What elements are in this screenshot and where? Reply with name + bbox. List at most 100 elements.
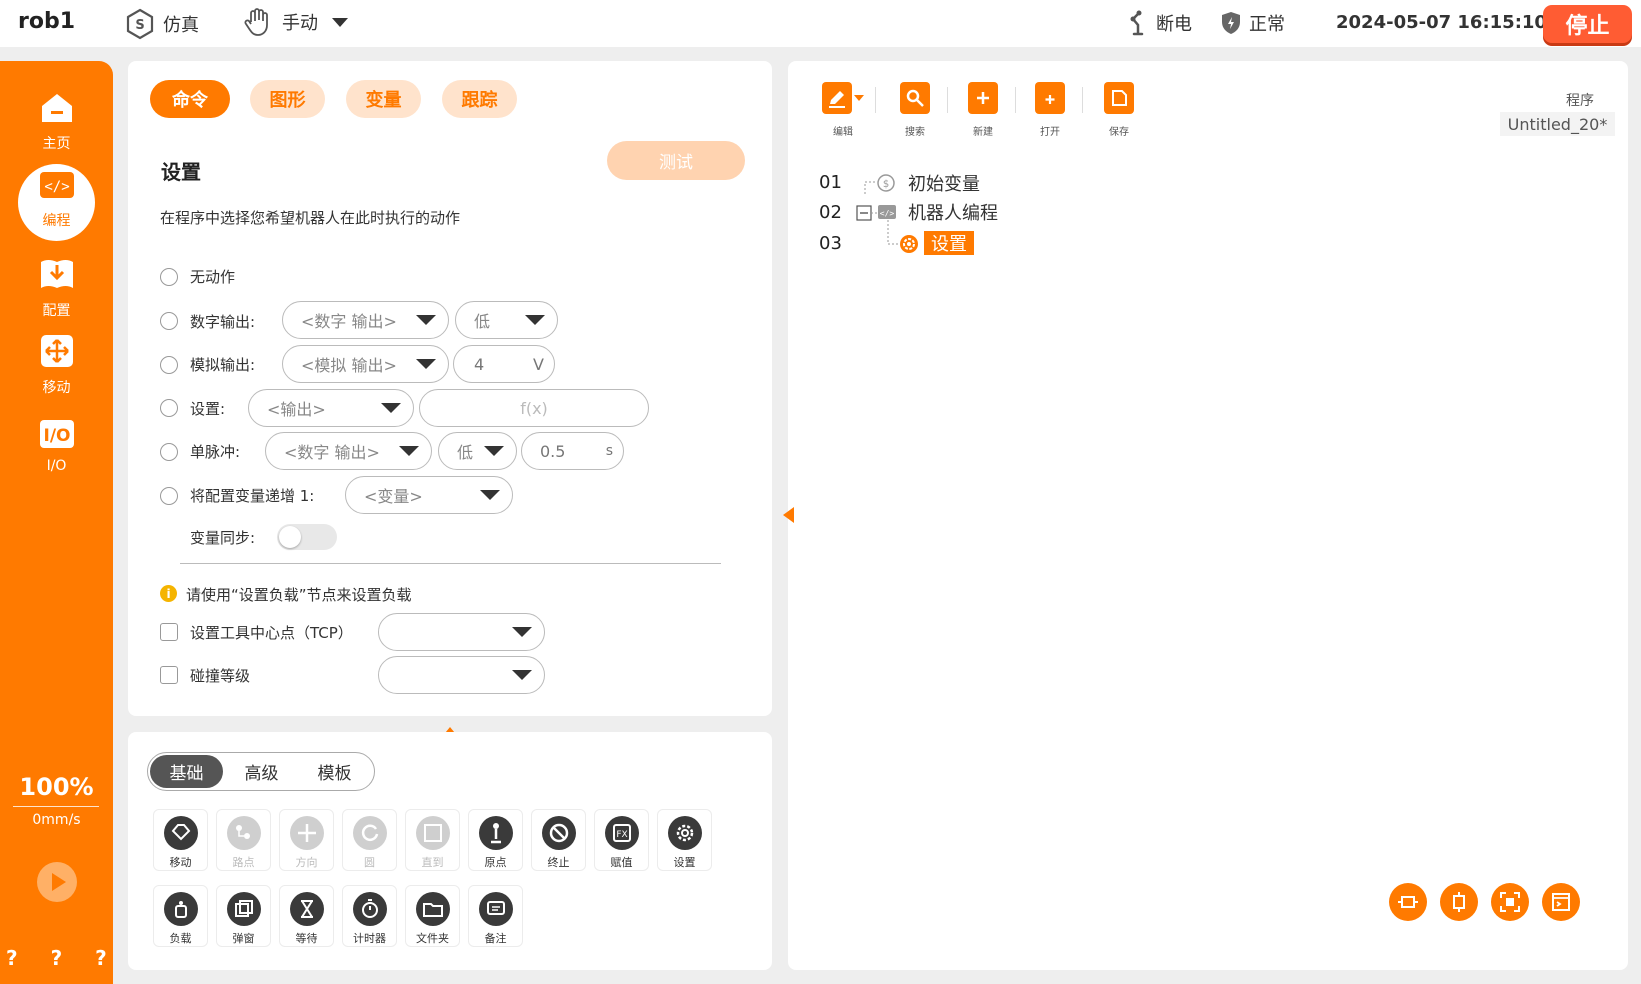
tool-label: 直到 [421,856,444,869]
tool-popup[interactable]: 弹窗 [216,885,271,947]
set-output-select[interactable]: <输出> [248,389,414,427]
speed-value: 0mm/s [32,812,81,828]
install-icon [38,256,76,296]
set-expression-input[interactable]: f(x) [419,389,649,427]
edit-icon [822,82,852,114]
program-node-icon: </> [877,203,897,225]
svg-text:$: $ [883,179,889,190]
tool-waypoint: 路点 [216,809,271,871]
fit-view-button[interactable] [1491,883,1529,921]
console-button[interactable] [1542,883,1580,921]
tool-gear[interactable]: 设置 [657,809,712,871]
tool-move-node[interactable]: 移动 [153,809,208,871]
speed-percent[interactable]: 100% [0,773,113,801]
tool-origin[interactable]: 原点 [468,809,523,871]
tool-payload[interactable]: 负载 [153,885,208,947]
chevron-down-icon [484,446,504,456]
pulse-output-select[interactable]: <数字 输出> [265,432,432,470]
tool-folder[interactable]: 文件夹 [405,885,460,947]
pulse-level-select[interactable]: 低 [438,432,517,470]
info-icon: i [160,585,177,602]
tool-assign[interactable]: FX 赋值 [594,809,649,871]
new-button[interactable]: 新建 [968,82,998,138]
sidebar-item-label: 主页 [42,136,71,152]
edit-button[interactable]: 编辑 [822,82,864,138]
var-sync-toggle[interactable] [277,524,337,550]
radio-set[interactable] [160,399,178,417]
segment-advanced[interactable]: 高级 [225,755,298,788]
stop-icon [541,816,576,850]
collision-select[interactable] [378,656,545,694]
tool-stop[interactable]: 终止 [531,809,586,871]
analog-value-input[interactable]: 4 V [453,345,555,383]
digital-level-select[interactable]: 低 [455,301,558,339]
tree-node-init-vars[interactable]: 初始变量 [908,170,980,196]
collision-checkbox[interactable] [160,666,178,684]
sidebar-item-home[interactable]: 主页 [0,91,113,153]
tab-trace[interactable]: 跟踪 [442,80,517,118]
line-number: 03 [819,233,842,254]
no-action-label: 无动作 [190,268,236,286]
segment-basic[interactable]: 基础 [150,755,223,788]
program-name: Untitled_20* [1500,112,1615,136]
manual-label: 手动 [282,13,318,34]
play-button[interactable] [37,862,77,902]
toolbar-separator [947,87,948,113]
open-button[interactable]: 打开 [1035,82,1065,138]
radio-single-pulse[interactable] [160,443,178,461]
manual-mode-dropdown[interactable]: 手动 [242,6,348,38]
simulation-mode[interactable]: S 仿真 [125,8,199,40]
chevron-down-icon [854,95,864,101]
divider [180,563,721,564]
sidebar-item-label: 配置 [42,303,71,319]
sidebar-item-program[interactable]: </> 编程 [0,170,113,230]
tcp-select[interactable] [378,613,545,651]
tool-comment[interactable]: 备注 [468,885,523,947]
tool-label: 备注 [484,932,507,945]
tool-label: 计时器 [353,932,386,945]
tool-hourglass[interactable]: 等待 [279,885,334,947]
digital-output-select[interactable]: <数字 输出> [282,301,449,339]
save-button[interactable]: 保存 [1104,82,1134,138]
tab-graphics[interactable]: 图形 [250,80,325,118]
sidebar-item-io[interactable]: I/O I/O [0,418,113,474]
tool-label: 负载 [169,932,192,945]
payload-icon [163,892,198,926]
fit-view-icon [1500,892,1520,912]
sidebar-item-move[interactable]: 移动 [0,333,113,397]
radio-digital-output[interactable] [160,312,178,330]
radio-no-action[interactable] [160,268,178,286]
safety-status[interactable]: 正常 [1221,10,1285,36]
expand-horizontal-button[interactable] [1389,883,1427,921]
tcp-checkbox[interactable] [160,623,178,641]
chevron-down-icon [512,670,532,680]
tool-circle: 圆 [342,809,397,871]
pulse-duration-input[interactable]: 0.5 s [521,432,624,470]
home-icon [39,91,75,129]
tool-timer[interactable]: 计时器 [342,885,397,947]
tab-command[interactable]: 命令 [150,80,230,118]
radio-analog-output[interactable] [160,356,178,374]
toolbar-separator [1082,87,1083,113]
tree-node-set-selected[interactable]: 设置 [924,231,974,255]
info-text: 请使用“设置负载”节点来设置负载 [186,586,412,604]
expand-left-icon[interactable] [783,507,794,523]
power-status[interactable]: 断电 [1128,10,1192,36]
stop-button[interactable]: 停止 [1543,5,1632,43]
expand-vertical-button[interactable] [1440,883,1478,921]
segment-template[interactable]: 模板 [298,755,371,788]
analog-output-select[interactable]: <模拟 输出> [282,345,449,383]
chevron-down-icon [416,315,436,325]
radio-increment-variable[interactable] [160,487,178,505]
svg-text:FX: FX [616,830,627,840]
tree-node-robot-program[interactable]: 机器人编程 [908,199,998,225]
search-button[interactable]: 搜索 [900,82,930,138]
expand-vertical-icon [1453,892,1465,912]
variable-select[interactable]: <变量> [345,476,513,514]
test-button[interactable]: 测试 [607,141,745,180]
tab-variables[interactable]: 变量 [346,80,421,118]
sidebar-item-install[interactable]: 配置 [0,256,113,320]
play-icon [52,873,66,891]
set-label: 设置: [190,400,226,418]
direction-icon [289,816,324,850]
